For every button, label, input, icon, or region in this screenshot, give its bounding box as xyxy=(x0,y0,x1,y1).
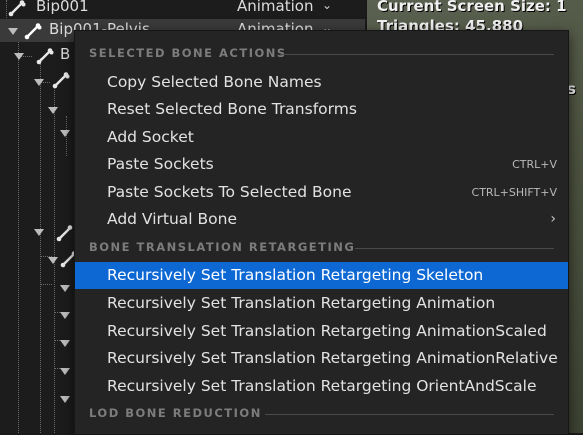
expand-arrow-icon[interactable] xyxy=(8,28,18,35)
chevron-right-icon: › xyxy=(550,211,556,227)
menu-item-copy-selected-bone-names[interactable]: Copy Selected Bone Names xyxy=(75,69,568,96)
menu-item-add-socket[interactable]: Add Socket xyxy=(75,124,568,151)
menu-item-retarget-orient-and-scale[interactable]: Recursively Set Translation Retargeting … xyxy=(75,373,568,400)
section-header-bone-translation-retargeting: BONE TRANSLATION RETARGETING xyxy=(75,238,568,258)
tree-guide-line xyxy=(40,284,52,285)
shortcut-label: CTRL+SHIFT+V xyxy=(471,186,557,199)
menu-item-retarget-animation-scaled[interactable]: Recursively Set Translation Retargeting … xyxy=(75,318,568,345)
menu-item-retarget-skeleton[interactable]: Recursively Set Translation Retargeting … xyxy=(75,262,568,289)
section-label: BONE TRANSLATION RETARGETING xyxy=(89,240,356,254)
expand-arrow-icon[interactable] xyxy=(34,229,44,236)
chevron-down-icon[interactable]: ⌄ xyxy=(322,0,332,12)
expand-arrow-icon[interactable] xyxy=(60,340,70,347)
expand-arrow-icon[interactable] xyxy=(60,368,70,375)
section-divider xyxy=(265,414,554,415)
screen-size-stat: Current Screen Size: 1 xyxy=(377,0,567,15)
tree-row[interactable]: Bip001 Animation ⌄ xyxy=(0,0,365,19)
expand-arrow-icon[interactable] xyxy=(14,53,24,60)
bone-context-menu: SELECTED BONE ACTIONS Copy Selected Bone… xyxy=(74,30,569,435)
bone-icon xyxy=(8,0,26,17)
expand-arrow-icon[interactable] xyxy=(60,130,70,137)
menu-item-label: Add Socket xyxy=(107,128,194,146)
menu-item-label: Recursively Set Translation Retargeting … xyxy=(107,294,496,312)
bone-icon xyxy=(24,23,42,40)
shortcut-label: CTRL+V xyxy=(512,158,557,171)
section-header-selected-bone-actions: SELECTED BONE ACTIONS xyxy=(75,44,568,64)
menu-item-paste-sockets[interactable]: Paste Sockets CTRL+V xyxy=(75,151,568,178)
menu-item-label: Reset Selected Bone Transforms xyxy=(107,100,357,118)
section-divider xyxy=(355,248,554,249)
menu-item-retarget-animation[interactable]: Recursively Set Translation Retargeting … xyxy=(75,290,568,317)
bone-icon xyxy=(36,48,54,65)
menu-item-retarget-animation-relative[interactable]: Recursively Set Translation Retargeting … xyxy=(75,345,568,372)
expand-arrow-icon[interactable] xyxy=(60,396,70,403)
section-header-lod-bone-reduction: LOD BONE REDUCTION xyxy=(75,404,568,424)
bone-icon xyxy=(56,225,73,242)
tree-guide-line xyxy=(18,34,19,433)
bone-icon xyxy=(52,72,70,89)
expand-arrow-icon[interactable] xyxy=(60,285,70,292)
tree-row-name: Bip001 xyxy=(36,0,89,15)
menu-item-label: Paste Sockets To Selected Bone xyxy=(107,183,352,201)
tree-guide-line xyxy=(40,58,41,433)
retargeting-mode-value[interactable]: Animation xyxy=(237,0,313,15)
section-label: LOD BONE REDUCTION xyxy=(89,406,262,420)
expand-arrow-icon[interactable] xyxy=(48,107,58,114)
menu-item-label: Paste Sockets xyxy=(107,155,214,173)
expand-arrow-icon[interactable] xyxy=(48,257,58,264)
expand-arrow-icon[interactable] xyxy=(34,79,44,86)
menu-item-label: Recursively Set Translation Retargeting … xyxy=(107,377,537,395)
section-label: SELECTED BONE ACTIONS xyxy=(89,46,287,60)
menu-item-add-virtual-bone[interactable]: Add Virtual Bone › xyxy=(75,206,568,233)
menu-item-label: Add Virtual Bone xyxy=(107,210,237,228)
menu-item-label: Copy Selected Bone Names xyxy=(107,73,322,91)
menu-item-label: Recursively Set Translation Retargeting … xyxy=(107,322,547,340)
menu-item-paste-sockets-to-selected-bone[interactable]: Paste Sockets To Selected Bone CTRL+SHIF… xyxy=(75,179,568,206)
tree-row-name: B xyxy=(60,45,71,63)
menu-item-label: Recursively Set Translation Retargeting … xyxy=(107,349,558,367)
menu-item-reset-selected-bone-transforms[interactable]: Reset Selected Bone Transforms xyxy=(75,96,568,123)
section-divider xyxy=(280,54,554,55)
menu-item-label: Recursively Set Translation Retargeting … xyxy=(107,266,484,284)
expand-arrow-icon[interactable] xyxy=(60,312,70,319)
